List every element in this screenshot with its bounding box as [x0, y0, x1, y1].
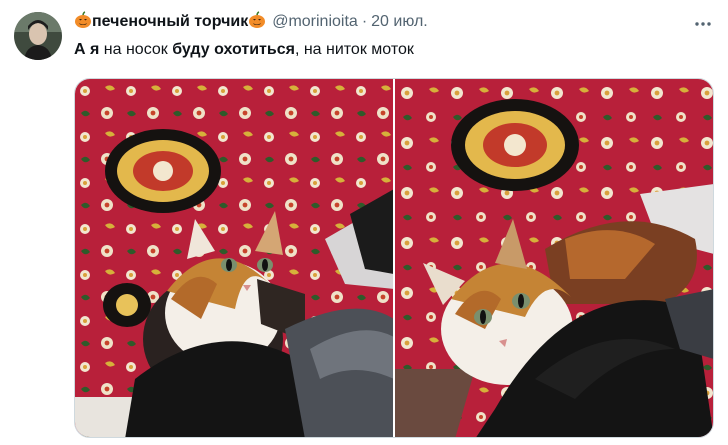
tweet-text: А я на носок буду охотиться, на ниток мо…	[74, 39, 708, 61]
tweet-header: печеночный торчик @morinioita · 20 июл.	[74, 10, 688, 34]
author-handle[interactable]: @morinioita	[272, 13, 358, 31]
separator-dot: ·	[361, 13, 368, 30]
photo-right[interactable]	[395, 79, 713, 437]
avatar[interactable]	[14, 12, 62, 60]
more-horizontal-icon	[694, 14, 712, 32]
photo-left[interactable]	[75, 79, 393, 437]
tweet-text-bold: А я	[74, 41, 100, 58]
tweet-text-normal: на носок	[99, 41, 173, 58]
pumpkin-icon	[74, 10, 92, 34]
author-name[interactable]: печеночный торчик	[92, 13, 248, 31]
tweet-date[interactable]: 20 июл.	[371, 13, 428, 31]
pumpkin-icon	[248, 10, 266, 34]
tweet-text-bold: буду охотиться	[172, 41, 295, 58]
tweet-media	[74, 78, 714, 438]
more-options-button[interactable]	[690, 12, 716, 34]
tweet-text-normal: , на ниток моток	[294, 41, 414, 58]
